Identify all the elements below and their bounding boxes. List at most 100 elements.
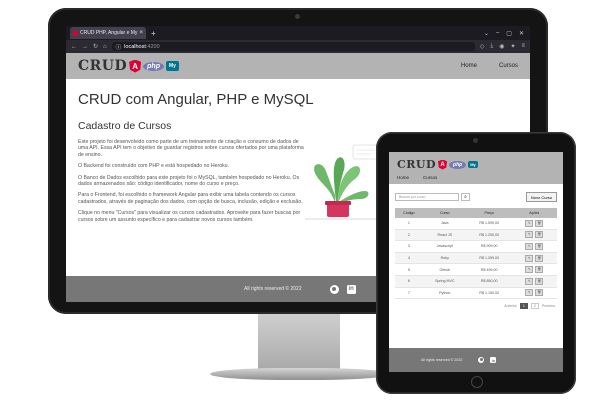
app-menu-icon[interactable]: ≡ (521, 43, 525, 50)
course-price: R$ 999,00 (466, 240, 512, 253)
row-actions: ✎ 🗑 (511, 240, 557, 253)
edit-icon[interactable]: ✎ (525, 266, 534, 274)
close-window-icon[interactable]: ✕ (519, 30, 524, 37)
browser-tab-bar: CRUD PHP, Angular e My × + ⌄ – ▢ ✕ (66, 26, 530, 40)
new-tab-icon[interactable]: + (151, 29, 156, 38)
course-price: R$ 1.399,00 (466, 252, 512, 265)
pagination-page[interactable]: 2 (530, 303, 539, 310)
site-navbar: CRUD A php My Home Cursos (66, 53, 530, 79)
course-price: R$ 850,00 (466, 275, 512, 288)
footer-social-links: in (329, 284, 356, 294)
course-code: 7 (395, 287, 423, 300)
column-header-actions: Ações (511, 208, 557, 218)
column-header-price[interactable]: Preço (466, 208, 512, 218)
linkedin-icon[interactable]: in (490, 357, 497, 363)
search-icon[interactable]: ⌕ (461, 193, 470, 201)
table-row: 1 Java R$ 1.599,00 ✎ 🗑 (395, 218, 557, 230)
course-name: Spring MVC (422, 275, 467, 288)
course-name: Ruby (422, 252, 467, 265)
course-price: R$ 499,00 (466, 263, 512, 276)
course-price: R$ 1.150,00 (466, 287, 512, 300)
row-actions: ✎ 🗑 (511, 229, 557, 242)
section-title: Cadastro de Cursos (78, 120, 172, 132)
course-code: 6 (395, 275, 423, 288)
search-row: Buscar por curso ⌕ Novo Curso (395, 192, 557, 202)
tablet-camera (473, 138, 478, 143)
course-name: Github (422, 263, 467, 276)
tablet-navbar: CRUD A php My Home Cursos (389, 152, 563, 184)
row-actions: ✎ 🗑 (511, 263, 557, 276)
browser-tab[interactable]: CRUD PHP, Angular e My × (70, 27, 146, 39)
edit-icon[interactable]: ✎ (525, 219, 534, 227)
reload-icon[interactable]: ↻ (93, 43, 98, 50)
url-port: :4200 (145, 43, 160, 50)
column-header-course[interactable]: Curso (422, 208, 467, 218)
row-actions: ✎ 🗑 (511, 218, 557, 230)
angular-logo-icon: A (129, 59, 142, 73)
new-course-button[interactable]: Novo Curso (525, 192, 557, 202)
course-code: 5 (395, 263, 423, 276)
tablet-nav-links: Home Cursos (397, 175, 555, 180)
tablet-footer: All rights reserved © 2022 in (389, 348, 563, 372)
tablet-nav-home-link[interactable]: Home (397, 175, 409, 180)
row-actions: ✎ 🗑 (511, 252, 557, 265)
pagination-next[interactable]: Próximo (542, 304, 555, 308)
edit-icon[interactable]: ✎ (525, 289, 534, 297)
nav-home-link[interactable]: Home (461, 63, 477, 69)
close-tab-icon[interactable]: × (139, 30, 143, 36)
pagination: Anterior 1 2 Próximo (395, 303, 557, 310)
linkedin-icon[interactable]: in (346, 284, 356, 294)
delete-icon[interactable]: 🗑 (535, 231, 544, 239)
pocket-icon[interactable]: ◇ (480, 43, 485, 50)
course-name: Python (422, 287, 467, 300)
webcam (295, 14, 300, 19)
intro-paragraph: Este projeto foi desenvolvido como parte… (78, 139, 304, 158)
delete-icon[interactable]: 🗑 (535, 277, 544, 285)
nav-cursos-link[interactable]: Cursos (499, 63, 518, 69)
frontend-paragraph: Para o Frontend, foi escolhido o framewo… (78, 192, 303, 205)
delete-icon[interactable]: 🗑 (535, 219, 544, 227)
delete-icon[interactable]: 🗑 (535, 242, 544, 250)
database-paragraph: O Banco de Dados escolhido para este pro… (78, 174, 300, 188)
minimize-icon[interactable]: – (496, 30, 499, 37)
home-icon[interactable]: ⌂ (103, 44, 107, 50)
site-logo[interactable]: CRUD A php My (78, 58, 179, 74)
table-row: 4 Ruby R$ 1.399,00 ✎ 🗑 (395, 252, 557, 265)
tab-list-icon[interactable]: ⌄ (484, 30, 489, 37)
address-bar[interactable]: ⓘ localhost:4200 (111, 42, 475, 51)
row-actions: ✎ 🗑 (511, 275, 557, 288)
table-row: 3 Javascript R$ 999,00 ✎ 🗑 (395, 240, 557, 253)
footer-copyright: All rights reserved © 2022 (244, 286, 302, 292)
edit-icon[interactable]: ✎ (525, 277, 534, 285)
courses-table: Código Curso Preço Ações 1 Java R$ 1.599,0… (395, 208, 557, 300)
pagination-page[interactable]: 1 (519, 303, 528, 310)
column-header-code[interactable]: Código (395, 208, 423, 218)
delete-icon[interactable]: 🗑 (535, 289, 544, 297)
github-icon[interactable] (478, 357, 485, 363)
tab-favicon-icon (73, 30, 78, 36)
maximize-icon[interactable]: ▢ (506, 30, 512, 37)
github-icon[interactable] (329, 284, 339, 294)
pagination-prev[interactable]: Anterior (504, 304, 517, 308)
edit-icon[interactable]: ✎ (525, 242, 534, 250)
extensions-icon[interactable]: ✦ (510, 43, 515, 50)
delete-icon[interactable]: 🗑 (535, 254, 544, 262)
page-info-icon[interactable]: ⓘ (116, 43, 122, 51)
download-icon[interactable]: ⤓ (491, 43, 494, 50)
course-search-input[interactable]: Buscar por curso (395, 193, 459, 201)
back-icon[interactable]: ← (71, 44, 77, 50)
delete-icon[interactable]: 🗑 (535, 266, 544, 274)
tablet-home-button[interactable] (471, 376, 483, 388)
tablet-site-logo[interactable]: CRUD A php My (397, 158, 555, 171)
forward-icon[interactable]: → (82, 44, 88, 50)
tab-title: CRUD PHP, Angular e My (80, 30, 138, 36)
tablet-nav-cursos-link[interactable]: Cursos (423, 175, 437, 180)
php-logo-badge: php (143, 61, 164, 71)
navigation-toolbar: ← → ↻ ⌂ ⓘ localhost:4200 ◇ ⤓ ◉ ✦ ≡ (66, 40, 530, 53)
courses-content: Buscar por curso ⌕ Novo Curso Código Cur… (389, 184, 563, 310)
monitor-stand-base (210, 368, 390, 380)
edit-icon[interactable]: ✎ (525, 231, 534, 239)
edit-icon[interactable]: ✎ (525, 254, 534, 262)
page-title: CRUD com Angular, PHP e MySQL (78, 91, 314, 108)
account-icon[interactable]: ◉ (499, 43, 504, 50)
